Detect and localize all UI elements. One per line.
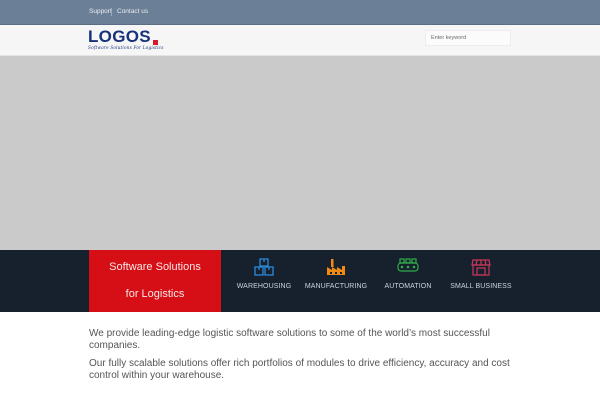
storefront-icon [471, 259, 491, 276]
topbar-divider [111, 8, 112, 16]
banner-title-line1: Software Solutions [109, 261, 201, 273]
logo-tagline: Software Solutions For Logistics [88, 45, 164, 50]
banner-title-box: Software Solutions for Logistics [89, 250, 221, 312]
conveyor-icon [397, 258, 419, 272]
service-label-warehousing: WAREHOUSING [236, 283, 292, 290]
intro-section: We provide leading-edge logistic softwar… [89, 328, 529, 388]
intro-paragraph-1: We provide leading-edge logistic softwar… [89, 328, 490, 351]
search-input[interactable]: Enter keyword [425, 30, 511, 46]
service-small-business[interactable]: SMALL BUSINESS [441, 257, 521, 297]
logo-text: LOGOS [88, 27, 151, 46]
support-link[interactable]: Support [89, 8, 112, 15]
service-label-automation: AUTOMATION [384, 283, 432, 290]
top-bar: Support Contact us [0, 0, 600, 25]
banner-title-line2: for Logistics [125, 288, 185, 300]
service-automation[interactable]: AUTOMATION [368, 257, 448, 297]
hero-image [0, 56, 600, 250]
service-label-manufacturing: MANUFACTURING [304, 283, 368, 290]
boxes-icon [254, 258, 274, 276]
logo[interactable]: LOGOS Software Solutions For Logistics [88, 28, 163, 54]
service-label-small-business: SMALL BUSINESS [450, 283, 512, 290]
service-warehousing[interactable]: WAREHOUSING [224, 257, 304, 297]
factory-icon [327, 259, 345, 275]
service-manufacturing[interactable]: MANUFACTURING [296, 257, 376, 297]
intro-paragraph-2: Our fully scalable solutions offer rich … [89, 358, 510, 381]
contact-us-link[interactable]: Contact us [117, 8, 148, 15]
